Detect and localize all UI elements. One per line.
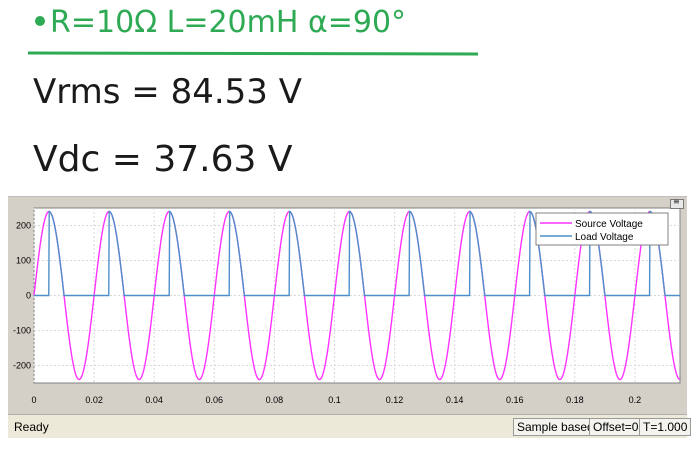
x-tick-label: 0	[31, 395, 36, 405]
vdc-value: Vdc = 37.63 V	[33, 139, 293, 180]
y-axis-ticks: 200 100 0 -100 -200	[13, 221, 31, 371]
x-tick-label: 0.06	[206, 395, 224, 405]
status-ready: Ready	[14, 420, 49, 434]
y-tick-label: -100	[13, 326, 31, 336]
x-tick-label: 0.08	[266, 395, 284, 405]
bullet-dot	[35, 16, 45, 26]
legend-source-label: Source Voltage	[575, 219, 643, 230]
scope-window: 200 100 0 -100 -200 0 0.02 0.04 0.06 0.08 0.1 0.12…	[8, 196, 687, 415]
underline	[27, 51, 479, 56]
handwritten-notes: R=10Ω L=20mH α=90° Vrms = 84.53 V Vdc = …	[0, 0, 700, 195]
sample-mode-field: Sample based	[513, 418, 598, 436]
x-tick-label: 0.18	[566, 395, 584, 405]
status-bar: Ready Sample based Offset=0 T=1.000	[8, 414, 692, 438]
scope-plot: 200 100 0 -100 -200 0 0.02 0.04 0.06 0.08 0.1 0.12…	[13, 207, 681, 405]
x-tick-label: 0.1	[328, 395, 341, 405]
y-tick-label: 100	[16, 256, 31, 266]
legend: Source Voltage Load Voltage	[535, 212, 669, 246]
notes-canvas: R=10Ω L=20mH α=90° Vrms = 84.53 V Vdc = …	[27, 5, 479, 180]
y-tick-label: 200	[16, 221, 31, 231]
x-tick-label: 0.16	[506, 395, 524, 405]
autoscale-button[interactable]: ≡	[670, 197, 684, 209]
legend-load-label: Load Voltage	[575, 232, 634, 243]
y-tick-label: -200	[13, 361, 31, 371]
time-field: T=1.000	[639, 418, 692, 436]
vrms-value: Vrms = 84.53 V	[33, 72, 302, 112]
circuit-parameters: R=10Ω L=20mH α=90°	[50, 5, 406, 40]
x-tick-label: 0.14	[446, 395, 464, 405]
x-tick-label: 0.2	[629, 395, 642, 405]
x-tick-label: 0.12	[386, 395, 404, 405]
x-tick-label: 0.02	[85, 395, 103, 405]
y-tick-label: 0	[26, 291, 31, 301]
x-axis-ticks: 0 0.02 0.04 0.06 0.08 0.1 0.12 0.14 0.16 0.18 0.2	[31, 395, 641, 405]
x-tick-label: 0.04	[145, 395, 163, 405]
offset-field: Offset=0	[589, 418, 643, 436]
